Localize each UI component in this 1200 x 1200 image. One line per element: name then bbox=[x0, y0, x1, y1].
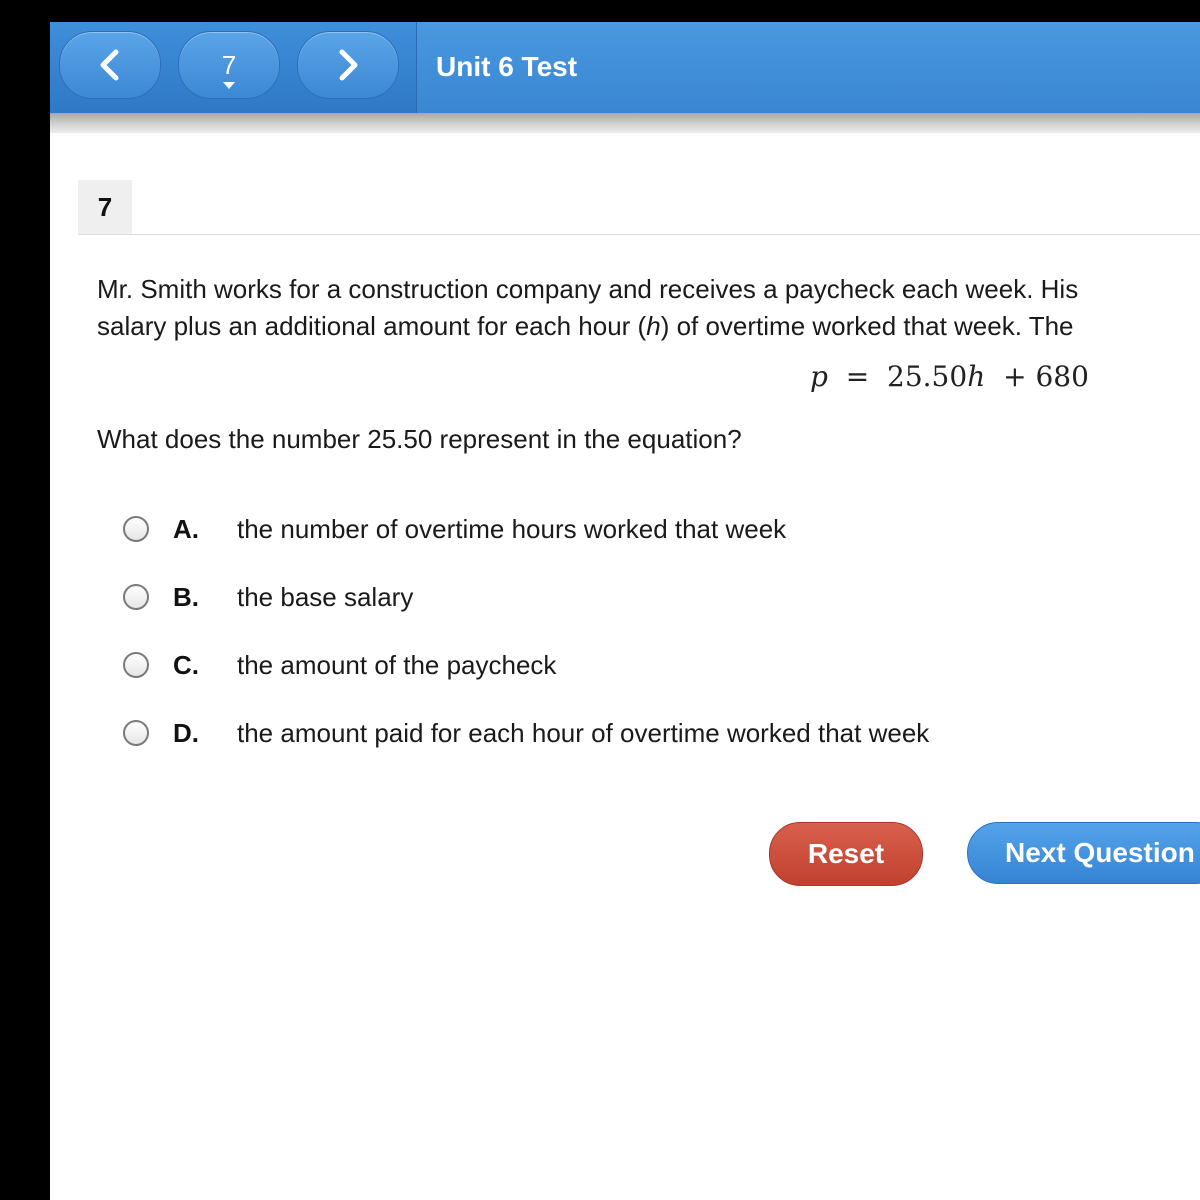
equation-variable: h bbox=[967, 360, 986, 393]
radio-button[interactable] bbox=[123, 516, 149, 542]
app-screen: 7 Unit 6 Test 7 Mr. Smith works for a co… bbox=[50, 0, 1200, 1200]
radio-button[interactable] bbox=[123, 652, 149, 678]
equation-plus: + bbox=[1003, 360, 1027, 393]
question-selector-number: 7 bbox=[221, 50, 237, 80]
choice-text: the amount of the paycheck bbox=[237, 649, 557, 680]
choice-text: the number of overtime hours worked that… bbox=[237, 513, 787, 544]
choice-b[interactable]: B. the base salary bbox=[123, 577, 413, 617]
chevron-left-icon bbox=[100, 49, 119, 81]
header-bar: 7 Unit 6 Test bbox=[50, 22, 1200, 113]
next-question-button[interactable]: Next Question bbox=[967, 822, 1200, 884]
equation-lhs: p bbox=[810, 360, 828, 393]
choice-a[interactable]: A. the number of overtime hours worked t… bbox=[123, 509, 786, 549]
question-text-part: ) of overtime worked that week. The bbox=[660, 311, 1074, 341]
question-selector: 7 bbox=[221, 50, 237, 89]
next-question-nav-button[interactable] bbox=[297, 31, 399, 99]
choice-text: the base salary bbox=[237, 581, 414, 612]
question-text-line-1: Mr. Smith works for a construction compa… bbox=[97, 274, 1079, 304]
caret-down-icon bbox=[223, 82, 235, 89]
choice-letter: A. bbox=[173, 513, 199, 544]
radio-button[interactable] bbox=[123, 720, 149, 746]
equation-coefficient: 25.50 bbox=[887, 360, 968, 393]
question-navigation: 7 bbox=[50, 22, 417, 113]
question-text-part: salary plus an additional amount for eac… bbox=[97, 311, 647, 341]
choice-c[interactable]: C. the amount of the paycheck bbox=[123, 645, 556, 685]
question-number: 7 bbox=[78, 180, 132, 234]
choice-d[interactable]: D. the amount paid for each hour of over… bbox=[123, 713, 929, 753]
choice-letter: B. bbox=[173, 581, 199, 612]
test-title: Unit 6 Test bbox=[436, 51, 578, 82]
equation-equals: = bbox=[845, 360, 870, 393]
radio-button[interactable] bbox=[123, 584, 149, 610]
header-shadow-bar bbox=[50, 113, 1200, 133]
equation-constant: 680 bbox=[1035, 360, 1089, 393]
divider bbox=[78, 234, 1200, 235]
question-prompt: What does the number 25.50 represent in … bbox=[97, 424, 742, 454]
choice-letter: D. bbox=[173, 717, 199, 748]
previous-question-button[interactable] bbox=[59, 31, 161, 99]
question-text-line-2: salary plus an additional amount for eac… bbox=[97, 311, 1074, 342]
equation: p = 25.50h + 680 bbox=[810, 360, 1089, 393]
choice-text: the amount paid for each hour of overtim… bbox=[237, 717, 930, 748]
chevron-right-icon bbox=[339, 49, 358, 81]
variable-h: h bbox=[646, 311, 661, 341]
top-bezel bbox=[50, 0, 1200, 22]
choice-letter: C. bbox=[173, 649, 199, 680]
reset-button[interactable]: Reset bbox=[769, 822, 923, 886]
question-selector-button[interactable]: 7 bbox=[178, 31, 280, 99]
